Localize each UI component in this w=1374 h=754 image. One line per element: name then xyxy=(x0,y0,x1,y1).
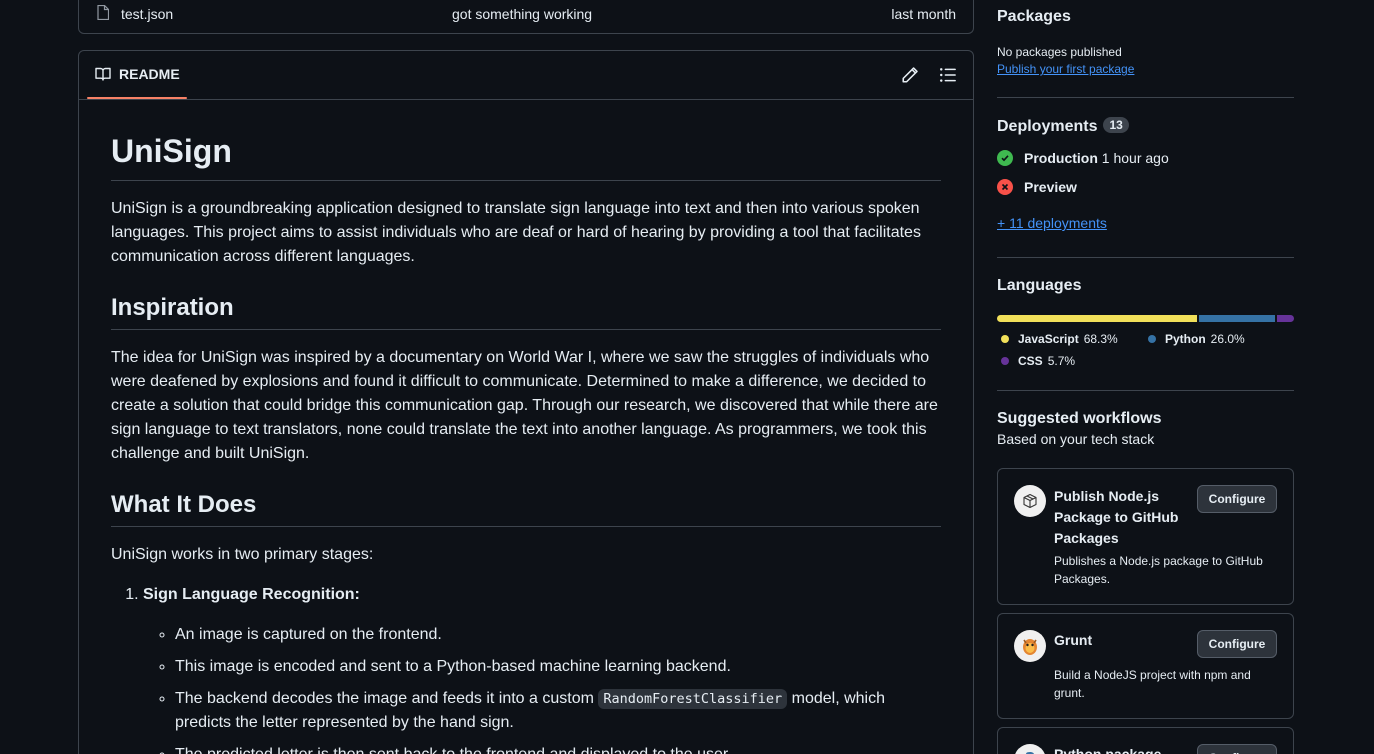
language-bar-segment xyxy=(997,315,1198,322)
check-circle-icon xyxy=(997,150,1013,166)
inspiration-paragraph: The idea for UniSign was inspired by a d… xyxy=(111,349,938,462)
readme-panel: README UniSign UniSign is a groundbreaki… xyxy=(78,50,974,754)
workflow-title: Grunt xyxy=(1054,632,1093,648)
workflow-description: Build a NodeJS project with npm and grun… xyxy=(1054,668,1251,700)
packages-heading[interactable]: Packages xyxy=(997,8,1294,26)
workflows-subheading: Based on your tech stack xyxy=(997,431,1155,447)
workflows-heading: Suggested workflows xyxy=(997,410,1162,427)
file-name-link[interactable]: test.json xyxy=(121,6,173,22)
stage-item: Sign Language Recognition: An image is c… xyxy=(143,583,941,754)
sidebar-divider xyxy=(997,390,1294,391)
sidebar-divider xyxy=(997,257,1294,258)
languages-heading-wrap: Languages xyxy=(997,277,1294,295)
packages-section: Packages No packages published Publish y… xyxy=(997,8,1294,76)
stage-title: Sign Language Recognition: xyxy=(143,586,360,603)
workflow-title: Python package xyxy=(1054,746,1162,754)
list-item: The predicted letter is then sent back t… xyxy=(175,743,941,754)
inline-code: RandomForestClassifier xyxy=(598,689,788,709)
configure-button[interactable]: Configure xyxy=(1197,630,1277,658)
deployments-section: Deployments 13 Production 1 hour ago Prev… xyxy=(997,117,1294,231)
deployment-preview[interactable]: Preview xyxy=(997,179,1294,195)
stage-substeps: An image is captured on the frontend. Th… xyxy=(143,623,941,754)
book-icon xyxy=(95,67,111,81)
grunt-icon xyxy=(1014,630,1046,662)
language-percent: 5.7% xyxy=(1047,354,1076,368)
language-bar-segment xyxy=(1199,315,1276,322)
readme-header: README xyxy=(79,51,973,100)
language-percent: 68.3% xyxy=(1083,332,1118,346)
readme-title: UniSign xyxy=(111,131,941,181)
list-item: An image is captured on the frontend. xyxy=(175,623,941,647)
package-icon xyxy=(1014,485,1046,517)
language-percent: 26.0% xyxy=(1210,332,1245,346)
readme-tab-label: README xyxy=(119,66,180,82)
languages-heading: Languages xyxy=(997,277,1082,294)
pencil-icon[interactable] xyxy=(901,66,919,84)
deployments-heading[interactable]: Deployments xyxy=(997,118,1097,135)
workflow-card: Python package Configure xyxy=(997,727,1294,754)
language-bar xyxy=(997,315,1294,322)
what-intro-paragraph: UniSign works in two primary stages: xyxy=(111,546,374,563)
language-dot xyxy=(1148,335,1156,343)
language-item-python[interactable]: Python 26.0% xyxy=(1148,332,1245,346)
commit-date: last month xyxy=(891,6,956,22)
language-name: JavaScript xyxy=(1018,332,1079,346)
language-bar-segment xyxy=(1277,315,1294,322)
readme-tab[interactable]: README xyxy=(95,66,180,82)
workflow-description: Publishes a Node.js package to GitHub Pa… xyxy=(1054,554,1263,586)
configure-button[interactable]: Configure xyxy=(1197,485,1277,513)
heading-inspiration: Inspiration xyxy=(111,293,941,330)
heading-what-it-does: What It Does xyxy=(111,490,941,527)
list-icon[interactable] xyxy=(939,66,957,84)
language-name: Python xyxy=(1165,332,1206,346)
python-icon xyxy=(1014,744,1046,754)
file-row[interactable]: test.json got something working last mon… xyxy=(78,0,974,34)
configure-button[interactable]: Configure xyxy=(1197,744,1277,754)
language-dot xyxy=(1001,357,1009,365)
workflow-card: Grunt Build a NodeJS project with npm an… xyxy=(997,613,1294,719)
workflow-title: Publish Node.js Package to GitHub Packag… xyxy=(1054,488,1179,546)
x-circle-icon xyxy=(997,179,1013,195)
language-name: CSS xyxy=(1018,354,1043,368)
deployment-name[interactable]: Production xyxy=(1024,150,1098,166)
readme-content: UniSign UniSign is a groundbreaking appl… xyxy=(111,131,941,754)
list-item: This image is encoded and sent to a Pyth… xyxy=(175,655,941,679)
language-item-javascript[interactable]: JavaScript 68.3% xyxy=(1001,332,1118,346)
more-deployments-link[interactable]: + 11 deployments xyxy=(997,215,1294,231)
language-item-css[interactable]: CSS 5.7% xyxy=(1001,354,1075,368)
intro-paragraph: UniSign is a groundbreaking application … xyxy=(111,200,921,265)
publish-package-link[interactable]: Publish your first package xyxy=(997,62,1294,76)
commit-message-link[interactable]: got something working xyxy=(452,6,592,22)
stages-list: Sign Language Recognition: An image is c… xyxy=(111,583,941,754)
workflows-section: Suggested workflows Based on your tech s… xyxy=(997,410,1294,447)
deployment-name[interactable]: Preview xyxy=(1024,179,1077,195)
list-item-text: The backend decodes the image and feeds … xyxy=(175,690,599,707)
deployments-count-badge: 13 xyxy=(1103,117,1129,133)
language-dot xyxy=(1001,335,1009,343)
workflow-card: Publish Node.js Package to GitHub Packag… xyxy=(997,468,1294,605)
deployment-production[interactable]: Production 1 hour ago xyxy=(997,150,1294,166)
file-icon xyxy=(97,5,109,20)
sidebar-divider xyxy=(997,97,1294,98)
deployment-time: 1 hour ago xyxy=(1101,150,1169,166)
list-item: The backend decodes the image and feeds … xyxy=(175,687,941,735)
tab-underline xyxy=(87,97,187,99)
no-packages-text: No packages published xyxy=(997,45,1122,59)
